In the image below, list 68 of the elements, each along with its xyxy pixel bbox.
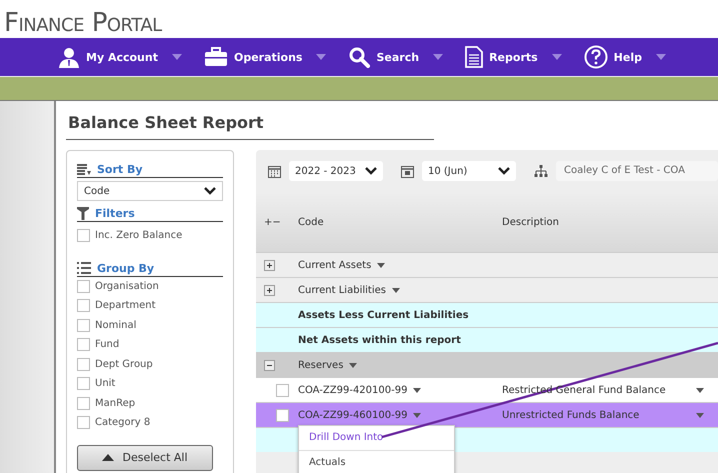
user-icon [58,46,80,68]
caret-icon[interactable] [696,388,704,392]
chevron-down-icon [204,187,216,195]
period-dropdown[interactable]: 10 (Jun) [422,161,516,181]
section-heading: Group By [97,262,154,274]
chevron-down-icon [498,167,510,175]
nav-menu-item[interactable]: Help [584,45,666,69]
expand-icon[interactable] [264,284,275,296]
calendar-icon [401,164,414,178]
group-checkbox[interactable]: Unit [77,374,223,394]
search-icon [348,46,370,68]
column-header: Code [298,216,325,228]
nav-menu-item[interactable]: Reports [465,46,562,68]
chevron-down-icon [365,167,377,175]
document-icon [465,46,484,68]
total-label: Net Assets within this report [298,334,462,346]
structure-field[interactable]: Coaley C of E Test - COA [556,161,718,181]
menu-item[interactable]: Actuals [299,451,454,473]
triangle-up-icon [102,454,114,461]
briefcase-icon [204,47,228,67]
caret-icon[interactable] [349,362,358,368]
nav-menu-item[interactable]: Search [348,46,444,68]
year-dropdown[interactable]: 2022 - 2023 [289,161,383,181]
caret-icon[interactable] [377,262,386,268]
hierarchy-icon [534,164,548,178]
page-title: Balance Sheet Report [66,101,434,140]
group-checkbox[interactable]: ManRep [77,394,223,413]
account-code: COA-ZZ99-460100-99 [298,410,408,420]
caret-icon[interactable] [433,54,444,60]
sort-dropdown[interactable]: Code [77,181,223,201]
group-label: Current Liabilities [298,284,386,296]
deselect-all-button[interactable]: Deselect All [77,444,213,470]
caret-icon[interactable] [172,54,182,60]
caret-icon[interactable] [552,54,562,60]
section-heading: Sort By [97,163,143,176]
section-heading: Filters [95,207,135,220]
group-checkbox[interactable]: Organisation [77,276,223,296]
menu-item[interactable]: Drill Down Into [299,426,454,451]
group-checkbox[interactable]: Department [77,296,223,316]
caret-icon[interactable] [392,288,400,292]
account-code: COA-ZZ99-420100-99 [298,384,408,396]
nav-menu-item[interactable]: My Account [58,46,182,68]
caret-icon[interactable] [413,388,422,392]
account-row[interactable]: COA-ZZ99-460100-99 Unrestricted Funds Balance [256,402,718,427]
group-checkbox[interactable]: Fund [77,335,223,354]
app-title: Finance Portal [3,7,163,38]
filter-icon [77,207,89,220]
row-checkbox[interactable] [276,384,289,396]
caret-icon[interactable] [316,54,326,60]
expand-collapse-header[interactable]: +− [256,216,298,228]
group-checkbox[interactable]: Nominal [77,316,223,335]
column-header: Description [502,216,560,228]
group-label: Reserves [298,360,344,370]
help-icon [584,45,608,69]
row-checkbox[interactable] [276,408,289,422]
caret-icon[interactable] [656,54,666,60]
group-checkbox[interactable]: Category 8 [77,413,223,432]
collapse-icon[interactable] [264,360,275,370]
total-label: Assets Less Current Liabilities [298,310,470,320]
account-description: Unrestricted Funds Balance [502,410,640,420]
expand-icon[interactable] [264,260,275,270]
group-checkbox[interactable]: Dept Group [77,354,223,374]
list-icon [77,262,91,274]
calendar-icon [268,164,281,178]
group-label: Current Assets [298,260,372,270]
filter-checkbox[interactable]: Inc. Zero Balance [77,226,223,246]
nav-menu-item[interactable]: Operations [204,47,326,67]
sort-icon [77,164,91,176]
